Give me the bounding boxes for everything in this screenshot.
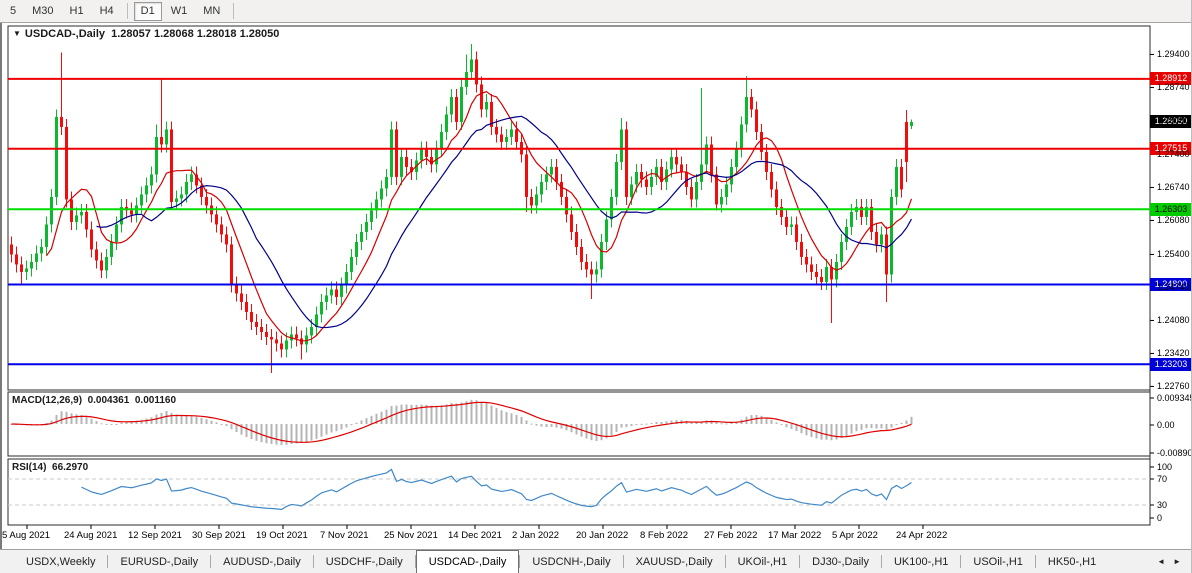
x-axis-date-label: 24 Apr 2022 [896,530,947,541]
x-axis-date-label: 27 Feb 2022 [704,530,757,541]
rsi-pane[interactable] [8,459,1150,525]
symbol-tab-bar: USDX,WeeklyEURUSD-,DailyAUDUSD-,DailyUSD… [0,549,1191,573]
y-axis-label: 1.26740 [1157,182,1190,192]
toolbar-separator [127,3,128,19]
timeframe-button-mn[interactable]: MN [196,2,227,21]
rsi-value: 66.2970 [52,462,88,473]
tab-dj30-daily[interactable]: DJ30-,Daily [800,550,881,573]
tab-usdchf-daily[interactable]: USDCHF-,Daily [314,550,415,573]
ohlc-low: 1.28018 [197,28,237,40]
y-axis-label: 1.25400 [1157,249,1190,259]
x-axis-date-label: 7 Nov 2021 [320,530,369,541]
tab-audusd-daily[interactable]: AUDUSD-,Daily [211,550,313,573]
timeframe-button-w1[interactable]: W1 [164,2,195,21]
x-axis-date-label: 2 Jan 2022 [512,530,559,541]
x-axis-date-label: 20 Jan 2022 [576,530,628,541]
timeframe-button-h1[interactable]: H1 [63,2,91,21]
x-axis-date-label: 17 Mar 2022 [768,530,821,541]
tab-scroll-left-icon[interactable]: ◄ [1153,555,1169,568]
symbol-label: USDCAD-,Daily [25,28,105,40]
tab-ukoil-h1[interactable]: UKOil-,H1 [726,550,800,573]
y-axis-label: 1.24080 [1157,315,1190,325]
y-axis-label: 1.27400 [1157,149,1190,159]
price-level-badge: 1.26303 [1150,203,1192,216]
macd-axis-label: -0.008905 [1157,448,1192,458]
y-axis-label: 1.28080 [1157,115,1190,125]
timeframe-button-h4[interactable]: H4 [93,2,121,21]
x-axis-date-label: 5 Aug 2021 [2,530,50,541]
rsi-name: RSI(14) [12,462,46,473]
mt4-chart-window: 5M30H1H4 D1W1MN ▼ USDCAD-,Daily 1.28057 1.… [0,0,1192,573]
x-axis-date-label: 12 Sep 2021 [128,530,182,541]
tab-eurusd-daily[interactable]: EURUSD-,Daily [108,550,210,573]
macd-signal-value: 0.001160 [135,395,176,406]
timeframe-toolbar: 5M30H1H4 D1W1MN [0,0,1191,23]
tab-scroll-arrows: ◄► [1153,550,1191,573]
x-axis-date-label: 19 Oct 2021 [256,530,308,541]
timeframe-button-d1[interactable]: D1 [134,2,162,21]
timeframe-button-5[interactable]: 5 [3,2,23,21]
timeframe-button-m30[interactable]: M30 [25,2,60,21]
tab-xauusd-daily[interactable]: XAUUSD-,Daily [624,550,725,573]
rsi-axis-label: 30 [1157,500,1167,510]
x-axis-date-label: 5 Apr 2022 [832,530,878,541]
rsi-axis-label: 100 [1157,462,1172,472]
toolbar-separator [233,3,234,19]
x-axis-date-label: 8 Feb 2022 [640,530,688,541]
x-axis-date-label: 25 Nov 2021 [384,530,438,541]
y-axis-label: 1.24740 [1157,282,1190,292]
macd-main-value: 0.004361 [88,395,130,406]
x-axis-date-label: 14 Dec 2021 [448,530,502,541]
rsi-axis-label: 70 [1157,474,1167,484]
rsi-axis-label: 0 [1157,513,1162,523]
y-axis-label: 1.28740 [1157,82,1190,92]
tab-usdx-weekly[interactable]: USDX,Weekly [14,550,107,573]
y-axis-label: 1.26080 [1157,215,1190,225]
tab-usdcnh-daily[interactable]: USDCNH-,Daily [520,550,622,573]
tab-uk100-h1[interactable]: UK100-,H1 [882,550,960,573]
ohlc-close: 1.28050 [240,28,280,40]
tab-usdcad-daily[interactable]: USDCAD-,Daily [416,550,520,573]
chart-canvas[interactable] [0,23,1192,549]
x-axis-date-label: 24 Aug 2021 [64,530,117,541]
ohlc-open: 1.28057 [111,28,151,40]
macd-axis-label: 0.00 [1157,420,1175,430]
y-axis-label: 1.22760 [1157,381,1190,391]
tab-scroll-right-icon[interactable]: ► [1169,555,1185,568]
chart-symbol-header: ▼ USDCAD-,Daily 1.28057 1.28068 1.28018 1… [13,28,279,40]
symbol-dropdown-icon[interactable]: ▼ [13,29,21,38]
macd-indicator-label: MACD(12,26,9) 0.004361 0.001160 [12,395,176,406]
tab-usoil-h1[interactable]: USOil-,H1 [961,550,1035,573]
price-level-badge: 1.23203 [1150,358,1192,371]
macd-pane[interactable] [8,392,1150,456]
macd-axis-label: 0.009345 [1157,393,1192,403]
x-axis-date-label: 30 Sep 2021 [192,530,246,541]
rsi-indicator-label: RSI(14) 66.2970 [12,462,88,473]
tab-hk50-h1[interactable]: HK50-,H1 [1036,550,1108,573]
macd-name: MACD(12,26,9) [12,395,82,406]
ohlc-high: 1.28068 [154,28,194,40]
y-axis-label: 1.23420 [1157,348,1190,358]
main-pane[interactable] [8,26,1150,390]
y-axis-label: 1.29400 [1157,49,1190,59]
